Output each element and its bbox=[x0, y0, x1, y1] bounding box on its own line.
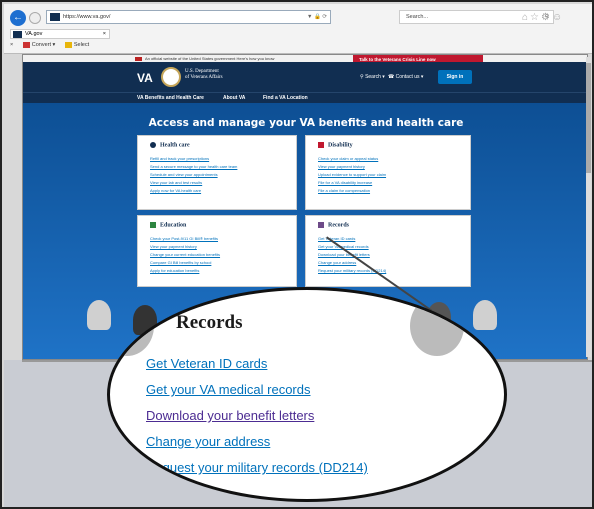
close-icon[interactable]: × bbox=[10, 42, 13, 48]
disability-icon bbox=[318, 142, 324, 148]
card-link[interactable]: View your lab and test results bbox=[150, 179, 237, 187]
card-link[interactable]: Check your Post-9/11 GI Bill® benefits bbox=[150, 235, 220, 243]
card-link[interactable]: View your payment history bbox=[318, 163, 386, 171]
us-flag-icon bbox=[135, 56, 142, 61]
records-icon bbox=[140, 314, 154, 328]
header-search-link[interactable]: ⚲ Search ▾ bbox=[360, 74, 385, 80]
card-link[interactable]: Compare GI Bill benefits by school bbox=[150, 259, 220, 267]
card-link[interactable]: Schedule and view your appointments bbox=[150, 171, 237, 179]
gov-banner: An official website of the United States… bbox=[23, 55, 587, 62]
card-title: Disability bbox=[318, 142, 353, 148]
url-text: https://www.va.gov/ bbox=[63, 14, 111, 20]
va-seal-icon bbox=[161, 67, 181, 87]
card-link[interactable]: Refill and track your prescriptions bbox=[150, 155, 237, 163]
nav-location[interactable]: Find a VA Location bbox=[263, 95, 308, 101]
education-card: Education Check your Post-9/11 GI Bill® … bbox=[137, 215, 297, 287]
close-tab-icon[interactable]: × bbox=[103, 30, 106, 38]
hero-title: Access and manage your VA benefits and h… bbox=[148, 117, 464, 129]
nav-benefits[interactable]: VA Benefits and Health Care bbox=[137, 95, 204, 101]
zoom-link-medical-records[interactable]: Get your VA medical records bbox=[146, 382, 311, 397]
card-title: Health care bbox=[150, 142, 190, 148]
zoom-records-title: Records bbox=[176, 312, 243, 333]
select-button[interactable]: Select bbox=[64, 42, 89, 48]
screenshot-frame: ← https://www.va.gov/ ▼ 🔒 ⟳ Search... ⚲ … bbox=[0, 0, 594, 509]
zoom-link-benefit-letters[interactable]: Download your benefit letters bbox=[146, 408, 314, 423]
card-link[interactable]: Send a secure message to your health car… bbox=[150, 163, 237, 171]
address-bar[interactable]: https://www.va.gov/ ▼ 🔒 ⟳ bbox=[46, 10, 331, 24]
back-arrow-icon[interactable]: ← bbox=[10, 10, 26, 26]
forward-button[interactable] bbox=[29, 12, 41, 24]
veteran-photo bbox=[410, 296, 464, 356]
browser-chrome: ← https://www.va.gov/ ▼ 🔒 ⟳ Search... ⚲ … bbox=[4, 4, 592, 54]
card-link[interactable]: Check your claim or appeal status bbox=[318, 155, 386, 163]
card-link[interactable]: File a claim for compensation bbox=[318, 187, 386, 195]
select-icon bbox=[64, 42, 72, 48]
pdf-icon bbox=[22, 42, 30, 48]
toolbar-icons[interactable]: ⌂☆⚙☺ bbox=[522, 12, 564, 23]
logo-dept: U.S. Department of Veterans Affairs bbox=[185, 69, 223, 80]
zoom-callout: Records Get Veteran ID cards Get your VA… bbox=[107, 287, 507, 502]
site-header: VA U.S. Department of Veterans Affairs ⚲ … bbox=[23, 62, 587, 92]
zoom-link-military-records[interactable]: Request your military records (DD214) bbox=[146, 460, 368, 475]
search-placeholder: Search... bbox=[406, 14, 429, 20]
card-link[interactable]: Change your current education benefits bbox=[150, 251, 220, 259]
card-title: Records bbox=[318, 222, 349, 228]
scrollbar[interactable] bbox=[586, 57, 591, 357]
veteran-photo bbox=[87, 300, 111, 330]
refresh-icon[interactable]: ▼ 🔒 ⟳ bbox=[307, 11, 327, 23]
command-bar: × Convert ▾ Select bbox=[10, 42, 97, 48]
contact-us-link[interactable]: ☎ Contact us ▾ bbox=[388, 74, 423, 80]
va-logo[interactable]: VA bbox=[137, 71, 153, 85]
card-link[interactable]: Upload evidence to support your claim bbox=[318, 171, 386, 179]
records-icon bbox=[318, 222, 324, 228]
scrollbar-thumb[interactable] bbox=[586, 63, 591, 173]
records-card: Records Get Veteran ID cards Get your VA… bbox=[305, 215, 471, 287]
card-link[interactable]: Change your address bbox=[318, 259, 386, 267]
veteran-photo bbox=[473, 300, 497, 330]
va-favicon-icon bbox=[13, 31, 22, 38]
zoom-link-veteran-id[interactable]: Get Veteran ID cards bbox=[146, 356, 267, 371]
card-link[interactable]: Get your VA medical records bbox=[318, 243, 386, 251]
card-title: Education bbox=[150, 222, 186, 228]
card-link[interactable]: File for a VA disability increase bbox=[318, 179, 386, 187]
card-link[interactable]: Apply now for VA health care bbox=[150, 187, 237, 195]
disability-card: Disability Check your claim or appeal st… bbox=[305, 135, 471, 210]
health-care-card: Health care Refill and track your prescr… bbox=[137, 135, 297, 210]
card-link[interactable]: Apply for education benefits bbox=[150, 267, 220, 275]
browser-tab[interactable]: VA.gov × bbox=[10, 29, 110, 39]
card-link[interactable]: View your payment history bbox=[150, 243, 220, 251]
education-icon bbox=[150, 222, 156, 228]
sign-in-button[interactable]: Sign in bbox=[438, 70, 472, 84]
health-icon bbox=[150, 142, 156, 148]
nav-about[interactable]: About VA bbox=[223, 95, 245, 101]
convert-button[interactable]: Convert ▾ bbox=[22, 42, 55, 48]
va-favicon-icon bbox=[50, 13, 60, 21]
tab-title: VA.gov bbox=[25, 31, 43, 37]
zoom-link-change-address[interactable]: Change your address bbox=[146, 434, 270, 449]
main-nav: VA Benefits and Health Care About VA Fin… bbox=[23, 92, 587, 103]
